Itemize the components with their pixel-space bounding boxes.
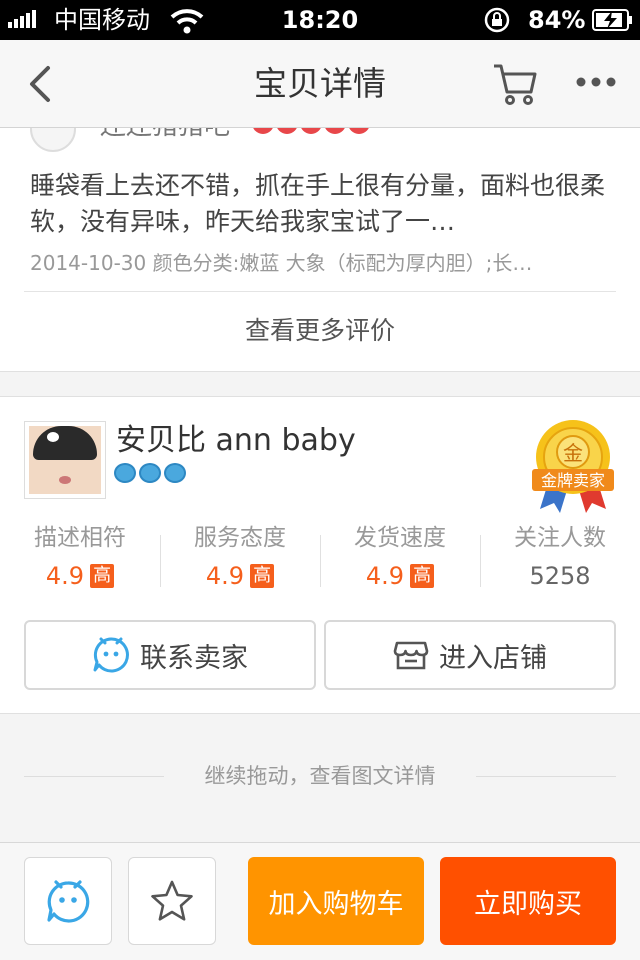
medal-label: 金牌卖家 (541, 471, 605, 490)
stat-service-attitude: 服务态度 4.9 高 (160, 521, 320, 593)
stat-value: 4.9 高 (160, 561, 320, 591)
gold-seller-medal-icon: 金 金牌卖家 (532, 420, 614, 513)
status-bar: 中国移动 18:20 84% (0, 0, 640, 40)
stat-label: 关注人数 (514, 525, 606, 551)
shop-level-crowns (114, 463, 186, 483)
medal-char: 金 (563, 441, 583, 465)
follower-count: 5258 (529, 562, 591, 590)
reviewer-avatar (30, 128, 76, 152)
shop-stats: 描述相符 4.9 高 服务态度 4.9 高 发货速度 4.9 高 关注人数 52… (0, 521, 640, 593)
reviewer-level-hearts (252, 128, 370, 134)
battery-percentage: 84% (528, 6, 586, 34)
battery-charging-icon (592, 9, 632, 31)
shop-name[interactable]: 安贝比 ann baby (116, 423, 356, 459)
shopping-cart-icon[interactable] (490, 58, 540, 108)
stat-high-badge: 高 (410, 564, 435, 588)
star-icon (151, 880, 193, 921)
heart-icon (252, 128, 274, 134)
stat-label: 发货速度 (354, 525, 446, 551)
drag-for-details-hint: 继续拖动，查看图文详情 (0, 754, 640, 798)
divider (24, 291, 616, 292)
crown-icon (114, 463, 136, 483)
stat-description-match: 描述相符 4.9 高 (0, 521, 160, 593)
stat-score: 4.9 (45, 562, 85, 590)
crown-icon (164, 463, 186, 483)
wangwang-chat-icon (93, 637, 129, 673)
more-options-icon[interactable] (574, 70, 618, 94)
divider (476, 776, 616, 777)
stat-score: 4.9 (205, 562, 245, 590)
page-title: 宝贝详情 (254, 64, 386, 103)
stat-score: 4.9 (365, 562, 405, 590)
add-to-cart-button[interactable]: 加入购物车 (248, 857, 424, 945)
stat-value: 5258 (480, 561, 640, 591)
stat-shipping-speed: 发货速度 4.9 高 (320, 521, 480, 593)
contact-seller-button[interactable]: 联系卖家 (24, 620, 316, 690)
stat-high-badge: 高 (250, 564, 275, 588)
stat-value: 4.9 高 (320, 561, 480, 591)
reviewer-name: 还还猪猪吧 (100, 128, 230, 142)
stat-high-badge: 高 (90, 564, 115, 588)
review-section: 还还猪猪吧 睡袋看上去还不错，抓在手上很有分量，面料也很柔软，没有异味，昨天给我… (0, 128, 640, 372)
heart-icon (324, 128, 346, 134)
stat-value: 4.9 高 (0, 561, 160, 591)
store-icon (393, 641, 429, 670)
wangwang-chat-icon (47, 880, 90, 923)
review-text[interactable]: 睡袋看上去还不错，抓在手上很有分量，面料也很柔软，没有异味，昨天给我家宝试了一… (30, 168, 610, 240)
enter-store-label: 进入店铺 (439, 642, 547, 674)
shop-section: 安贝比 ann baby 金 金牌卖家 描述相符 4.9 高 服务态度 4.9 … (0, 396, 640, 714)
rotation-lock-icon (484, 7, 510, 33)
stat-label: 服务态度 (194, 525, 286, 551)
shop-avatar[interactable] (24, 421, 106, 499)
stat-followers: 关注人数 5258 (480, 521, 640, 593)
chat-button[interactable] (24, 857, 112, 945)
heart-icon (300, 128, 322, 134)
heart-icon (276, 128, 298, 134)
enter-store-button[interactable]: 进入店铺 (324, 620, 616, 690)
view-more-reviews-button[interactable]: 查看更多评价 (0, 314, 640, 348)
stat-label: 描述相符 (34, 525, 126, 551)
favorite-button[interactable] (128, 857, 216, 945)
crown-icon (139, 463, 161, 483)
review-meta: 2014-10-30 颜色分类:嫩蓝 大象（标配为厚内胆）;长… (30, 251, 533, 275)
nav-bar: 宝贝详情 (0, 40, 640, 128)
buy-now-button[interactable]: 立即购买 (440, 857, 616, 945)
bottom-action-bar: 加入购物车 立即购买 (0, 842, 640, 960)
contact-seller-label: 联系卖家 (140, 642, 248, 674)
heart-icon (348, 128, 370, 134)
